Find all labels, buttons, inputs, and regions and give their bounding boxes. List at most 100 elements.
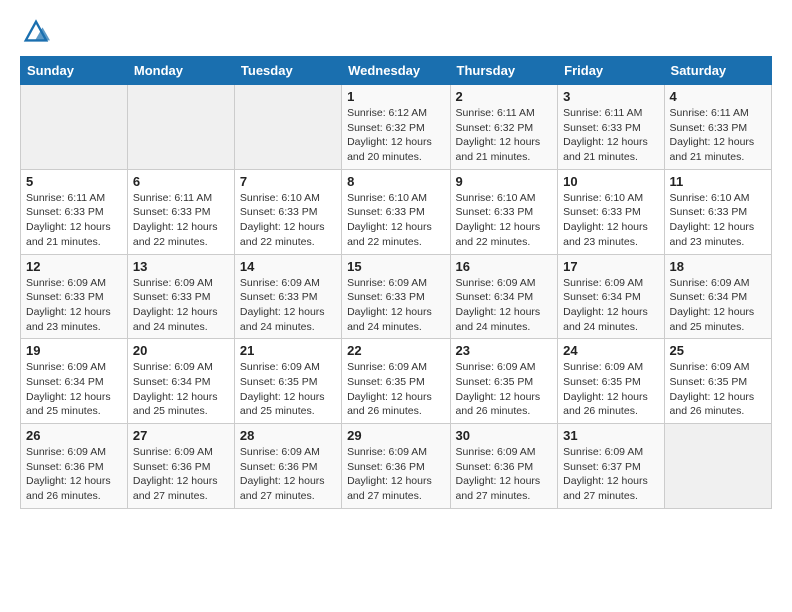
day-info: Sunrise: 6:09 AMSunset: 6:33 PMDaylight:… (347, 276, 444, 335)
day-number: 18 (670, 259, 766, 274)
day-number: 10 (563, 174, 658, 189)
day-number: 15 (347, 259, 444, 274)
calendar-cell (21, 85, 128, 170)
calendar-week-3: 12 Sunrise: 6:09 AMSunset: 6:33 PMDayligh… (21, 254, 772, 339)
day-info: Sunrise: 6:09 AMSunset: 6:34 PMDaylight:… (133, 360, 229, 419)
logo (20, 18, 50, 46)
day-number: 11 (670, 174, 766, 189)
calendar-cell: 15 Sunrise: 6:09 AMSunset: 6:33 PMDayligh… (342, 254, 450, 339)
day-info: Sunrise: 6:10 AMSunset: 6:33 PMDaylight:… (347, 191, 444, 250)
calendar-cell: 5 Sunrise: 6:11 AMSunset: 6:33 PMDaylight… (21, 169, 128, 254)
calendar-cell: 14 Sunrise: 6:09 AMSunset: 6:33 PMDayligh… (234, 254, 341, 339)
day-number: 26 (26, 428, 122, 443)
calendar-cell: 21 Sunrise: 6:09 AMSunset: 6:35 PMDayligh… (234, 339, 341, 424)
day-number: 5 (26, 174, 122, 189)
calendar-cell: 18 Sunrise: 6:09 AMSunset: 6:34 PMDayligh… (664, 254, 771, 339)
day-number: 23 (456, 343, 553, 358)
day-info: Sunrise: 6:09 AMSunset: 6:33 PMDaylight:… (133, 276, 229, 335)
calendar-cell: 3 Sunrise: 6:11 AMSunset: 6:33 PMDaylight… (558, 85, 664, 170)
calendar-cell: 16 Sunrise: 6:09 AMSunset: 6:34 PMDayligh… (450, 254, 558, 339)
calendar-cell: 29Sunrise: 6:09 AMSunset: 6:36 PMDayligh… (342, 424, 450, 509)
weekday-header-friday: Friday (558, 57, 664, 85)
weekday-header-saturday: Saturday (664, 57, 771, 85)
calendar-cell: 8 Sunrise: 6:10 AMSunset: 6:33 PMDaylight… (342, 169, 450, 254)
calendar-cell: 1 Sunrise: 6:12 AMSunset: 6:32 PMDaylight… (342, 85, 450, 170)
day-number: 21 (240, 343, 336, 358)
day-info: Sunrise: 6:09 AMSunset: 6:35 PMDaylight:… (240, 360, 336, 419)
day-info: Sunrise: 6:09 AMSunset: 6:34 PMDaylight:… (563, 276, 658, 335)
day-info: Sunrise: 6:11 AMSunset: 6:33 PMDaylight:… (26, 191, 122, 250)
day-number: 3 (563, 89, 658, 104)
calendar-cell: 20Sunrise: 6:09 AMSunset: 6:34 PMDayligh… (127, 339, 234, 424)
calendar-cell: 11 Sunrise: 6:10 AMSunset: 6:33 PMDayligh… (664, 169, 771, 254)
calendar-cell: 19 Sunrise: 6:09 AMSunset: 6:34 PMDayligh… (21, 339, 128, 424)
calendar-cell: 24 Sunrise: 6:09 AMSunset: 6:35 PMDayligh… (558, 339, 664, 424)
day-number: 7 (240, 174, 336, 189)
day-info: Sunrise: 6:09 AMSunset: 6:36 PMDaylight:… (133, 445, 229, 504)
weekday-header-sunday: Sunday (21, 57, 128, 85)
day-number: 24 (563, 343, 658, 358)
calendar-header: SundayMondayTuesdayWednesdayThursdayFrid… (21, 57, 772, 85)
day-number: 22 (347, 343, 444, 358)
calendar-cell: 31Sunrise: 6:09 AMSunset: 6:37 PMDayligh… (558, 424, 664, 509)
calendar-cell (664, 424, 771, 509)
day-number: 25 (670, 343, 766, 358)
calendar-table: SundayMondayTuesdayWednesdayThursdayFrid… (20, 56, 772, 509)
day-info: Sunrise: 6:10 AMSunset: 6:33 PMDaylight:… (670, 191, 766, 250)
calendar-cell: 26Sunrise: 6:09 AMSunset: 6:36 PMDayligh… (21, 424, 128, 509)
calendar-week-2: 5 Sunrise: 6:11 AMSunset: 6:33 PMDaylight… (21, 169, 772, 254)
day-number: 12 (26, 259, 122, 274)
calendar-week-4: 19 Sunrise: 6:09 AMSunset: 6:34 PMDayligh… (21, 339, 772, 424)
day-info: Sunrise: 6:10 AMSunset: 6:33 PMDaylight:… (456, 191, 553, 250)
day-info: Sunrise: 6:11 AMSunset: 6:33 PMDaylight:… (563, 106, 658, 165)
calendar-cell: 6Sunrise: 6:11 AMSunset: 6:33 PMDaylight… (127, 169, 234, 254)
calendar-wrapper: SundayMondayTuesdayWednesdayThursdayFrid… (0, 56, 792, 519)
day-number: 16 (456, 259, 553, 274)
day-number: 19 (26, 343, 122, 358)
logo-icon (22, 18, 50, 46)
calendar-week-1: 1 Sunrise: 6:12 AMSunset: 6:32 PMDaylight… (21, 85, 772, 170)
day-number: 28 (240, 428, 336, 443)
day-info: Sunrise: 6:10 AMSunset: 6:33 PMDaylight:… (563, 191, 658, 250)
calendar-cell: 13 Sunrise: 6:09 AMSunset: 6:33 PMDayligh… (127, 254, 234, 339)
calendar-week-5: 26 Sunrise: 6:09 AMSunset: 6:36 PMDayligh… (21, 424, 772, 509)
calendar-cell: 30 Sunrise: 6:09 AMSunset: 6:36 PMDayligh… (450, 424, 558, 509)
day-number: 13 (133, 259, 229, 274)
header (0, 0, 792, 56)
day-number: 27 (133, 428, 229, 443)
weekday-header-tuesday: Tuesday (234, 57, 341, 85)
day-number: 1 (347, 89, 444, 104)
day-info: Sunrise: 6:09 AMSunset: 6:34 PMDaylight:… (670, 276, 766, 335)
day-number: 30 (456, 428, 553, 443)
day-info: Sunrise: 6:09 AMSunset: 6:34 PMDaylight:… (456, 276, 553, 335)
weekday-header-thursday: Thursday (450, 57, 558, 85)
weekday-header-wednesday: Wednesday (342, 57, 450, 85)
day-number: 4 (670, 89, 766, 104)
calendar-cell: 12 Sunrise: 6:09 AMSunset: 6:33 PMDayligh… (21, 254, 128, 339)
calendar-cell: 2 Sunrise: 6:11 AMSunset: 6:32 PMDaylight… (450, 85, 558, 170)
calendar-cell: 25Sunrise: 6:09 AMSunset: 6:35 PMDayligh… (664, 339, 771, 424)
calendar-cell: 10 Sunrise: 6:10 AMSunset: 6:33 PMDayligh… (558, 169, 664, 254)
calendar-cell: 27 Sunrise: 6:09 AMSunset: 6:36 PMDayligh… (127, 424, 234, 509)
day-info: Sunrise: 6:09 AMSunset: 6:33 PMDaylight:… (240, 276, 336, 335)
day-number: 29 (347, 428, 444, 443)
calendar-cell (234, 85, 341, 170)
day-info: Sunrise: 6:11 AMSunset: 6:32 PMDaylight:… (456, 106, 553, 165)
day-info: Sunrise: 6:09 AMSunset: 6:33 PMDaylight:… (26, 276, 122, 335)
day-number: 8 (347, 174, 444, 189)
calendar-cell: 28 Sunrise: 6:09 AMSunset: 6:36 PMDayligh… (234, 424, 341, 509)
day-number: 14 (240, 259, 336, 274)
day-info: Sunrise: 6:09 AMSunset: 6:35 PMDaylight:… (456, 360, 553, 419)
day-info: Sunrise: 6:09 AMSunset: 6:35 PMDaylight:… (563, 360, 658, 419)
day-number: 31 (563, 428, 658, 443)
day-number: 2 (456, 89, 553, 104)
day-number: 9 (456, 174, 553, 189)
day-info: Sunrise: 6:09 AMSunset: 6:36 PMDaylight:… (456, 445, 553, 504)
calendar-cell: 7Sunrise: 6:10 AMSunset: 6:33 PMDaylight… (234, 169, 341, 254)
calendar-cell: 9 Sunrise: 6:10 AMSunset: 6:33 PMDaylight… (450, 169, 558, 254)
day-info: Sunrise: 6:09 AMSunset: 6:36 PMDaylight:… (240, 445, 336, 504)
day-info: Sunrise: 6:09 AMSunset: 6:35 PMDaylight:… (347, 360, 444, 419)
day-info: Sunrise: 6:09 AMSunset: 6:34 PMDaylight:… (26, 360, 122, 419)
day-info: Sunrise: 6:11 AMSunset: 6:33 PMDaylight:… (670, 106, 766, 165)
day-info: Sunrise: 6:12 AMSunset: 6:32 PMDaylight:… (347, 106, 444, 165)
